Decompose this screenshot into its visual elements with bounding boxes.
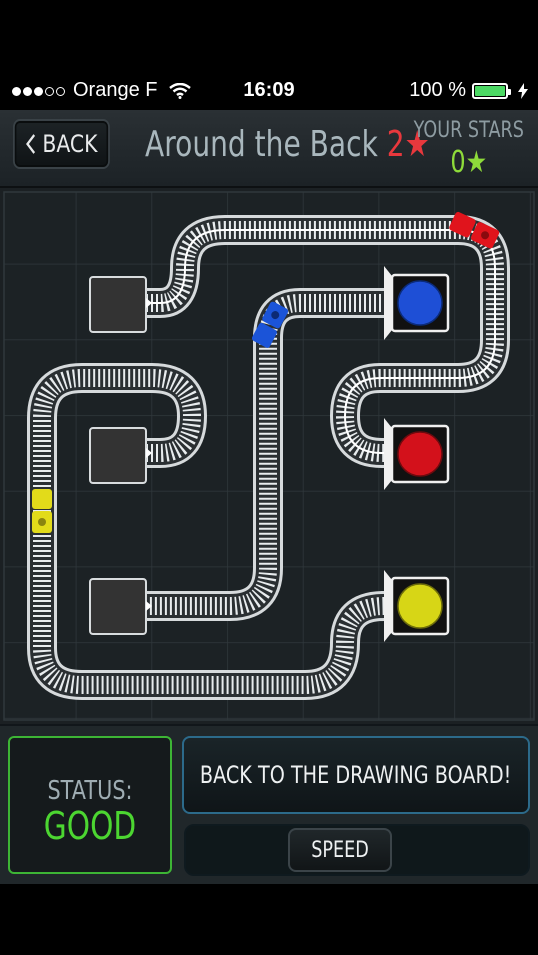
charging-bolt-icon — [518, 82, 528, 99]
back-button-label: BACK — [42, 130, 98, 158]
speed-button-label: SPEED — [311, 837, 369, 863]
back-to-drawing-board-button[interactable]: BACK TO THE DRAWING BOARD! — [182, 736, 530, 814]
status-value: GOOD — [43, 804, 137, 848]
tunnel-middle — [89, 427, 152, 484]
tunnel-top — [89, 276, 152, 333]
tunnel-bottom — [89, 578, 152, 635]
battery-percent: 100 % — [409, 79, 466, 101]
station-red — [384, 418, 450, 490]
level-title: Around the Back 2★ — [145, 124, 430, 165]
control-panel: STATUS: GOOD BACK TO THE DRAWING BOARD! … — [0, 724, 538, 884]
status-bar: Orange F 16:09 100 % — [0, 70, 538, 110]
status-panel: STATUS: GOOD — [8, 736, 172, 874]
level-header: BACK Around the Back 2★ YOUR STARS 0★ — [0, 110, 538, 188]
your-stars: YOUR STARS 0★ — [414, 118, 524, 180]
level-name: Around the Back — [145, 124, 378, 165]
chevron-left-icon — [25, 134, 35, 154]
your-stars-value: 0★ — [450, 145, 488, 180]
your-stars-label: YOUR STARS — [413, 118, 524, 143]
board-canvas[interactable] — [0, 188, 538, 724]
station-blue — [384, 266, 450, 340]
station-yellow — [384, 570, 450, 642]
back-button[interactable]: BACK — [13, 119, 110, 169]
train-yellow[interactable] — [32, 489, 52, 533]
status-label: STATUS: — [47, 776, 133, 806]
back-to-drawing-board-label: BACK TO THE DRAWING BOARD! — [200, 761, 512, 789]
speed-track: SPEED — [184, 824, 530, 876]
level-number: 2 — [386, 124, 405, 165]
battery-info: 100 % — [409, 79, 528, 102]
battery-icon — [472, 82, 511, 99]
speed-button[interactable]: SPEED — [288, 828, 392, 872]
game-board[interactable] — [0, 188, 538, 724]
